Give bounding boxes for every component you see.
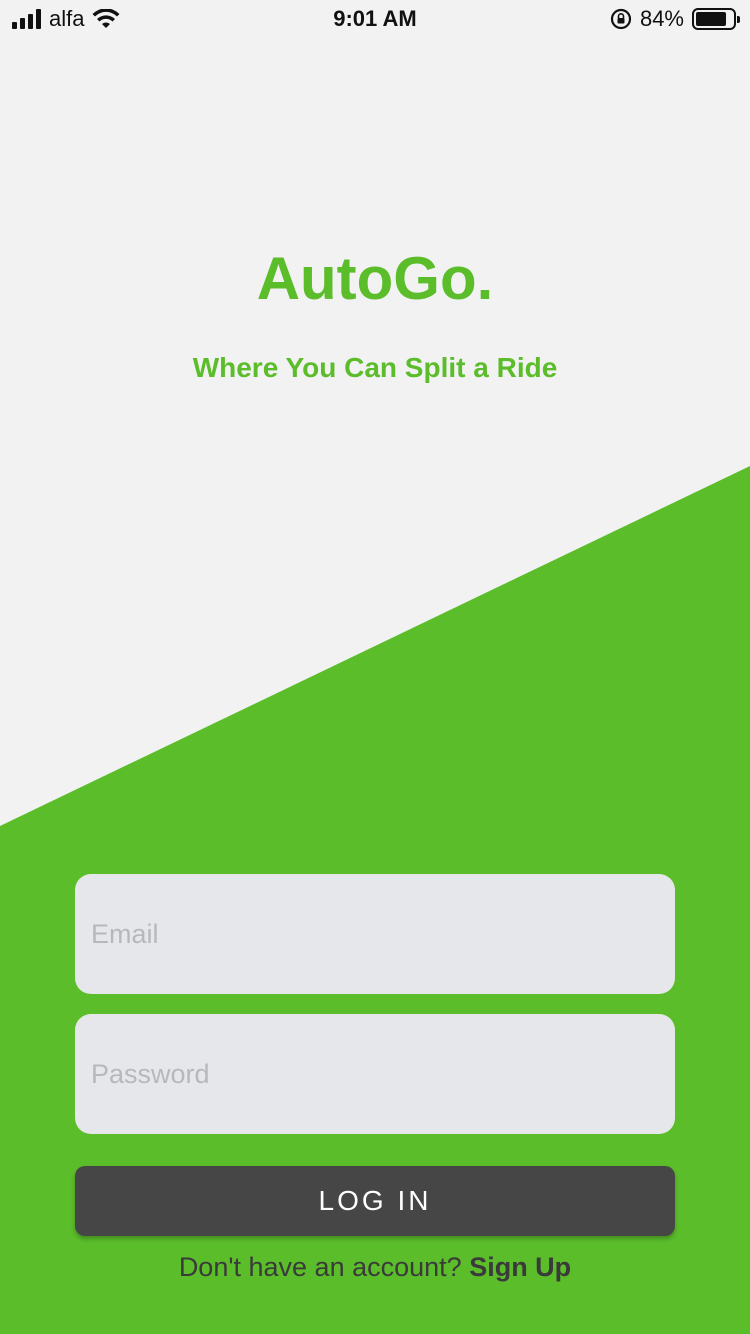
password-field[interactable] (75, 1014, 675, 1134)
rotation-lock-icon (610, 8, 632, 30)
email-field[interactable] (75, 874, 675, 994)
battery-icon (692, 8, 740, 30)
signup-link[interactable]: Sign Up (469, 1252, 571, 1282)
battery-fill (696, 12, 727, 26)
app-title: AutoGo. (256, 245, 494, 312)
login-button[interactable]: LOG IN (75, 1166, 675, 1236)
status-bar: alfa 9:01 AM 84% (0, 0, 750, 40)
status-right: 84% (610, 6, 740, 32)
battery-percentage: 84% (639, 6, 684, 31)
app-tagline: Where You Can Split a Ride (192, 352, 558, 383)
signup-prompt: Don't have an account? (178, 1252, 462, 1282)
signup-row: Don't have an account? Sign Up (0, 1252, 750, 1283)
